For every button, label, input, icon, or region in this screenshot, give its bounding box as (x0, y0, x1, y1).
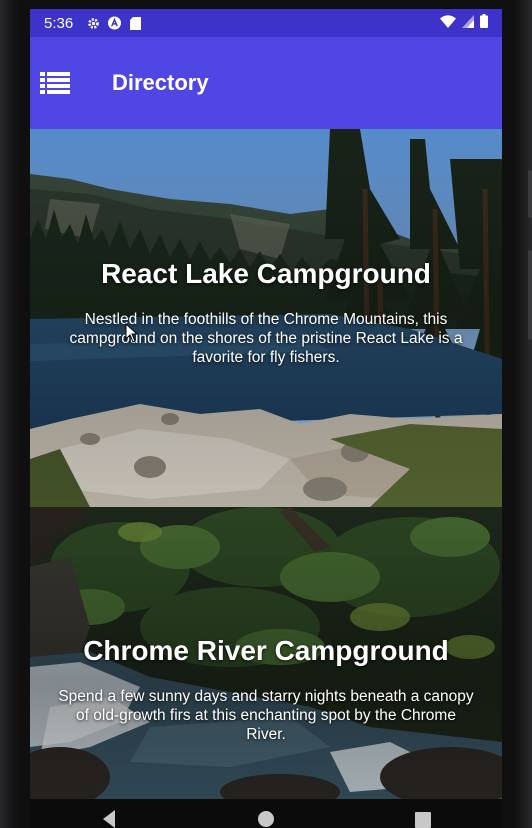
mouse-pointer-icon (125, 323, 139, 343)
gear-icon (87, 17, 100, 30)
sd-card-icon (129, 16, 142, 30)
signal-icon (462, 14, 474, 32)
status-time: 5:36 (44, 14, 74, 32)
campsite-card-chrome-river[interactable]: Chrome River Campground Spend a few sunn… (30, 507, 502, 799)
campsite-title: Chrome River Campground (83, 635, 449, 666)
wifi-icon (440, 14, 456, 32)
battery-icon (480, 14, 488, 32)
list-icon[interactable] (40, 71, 70, 95)
campsite-info: Chrome River Campground Spend a few sunn… (30, 635, 502, 744)
campsite-description: Nestled in the foothills of the Chrome M… (69, 311, 463, 366)
campsite-info: React Lake Campground Nestled in the foo… (30, 258, 502, 367)
phone-screen: 5:36 Directory React Lake Campground Nes… (30, 9, 502, 799)
status-bar: 5:36 (30, 9, 502, 37)
system-nav-bar (30, 799, 502, 828)
recents-icon[interactable] (403, 804, 443, 828)
app-bar: Directory (30, 37, 502, 129)
page-title: Directory (112, 70, 209, 95)
home-icon[interactable] (246, 804, 286, 828)
back-icon[interactable] (89, 804, 129, 828)
campsite-description: Spend a few sunny days and starry nights… (58, 688, 474, 743)
volume-button (528, 170, 532, 218)
campsite-title: React Lake Campground (101, 258, 431, 289)
a-icon (108, 16, 122, 30)
campsite-card-react-lake[interactable]: React Lake Campground Nestled in the foo… (30, 129, 502, 507)
power-button (528, 250, 532, 340)
